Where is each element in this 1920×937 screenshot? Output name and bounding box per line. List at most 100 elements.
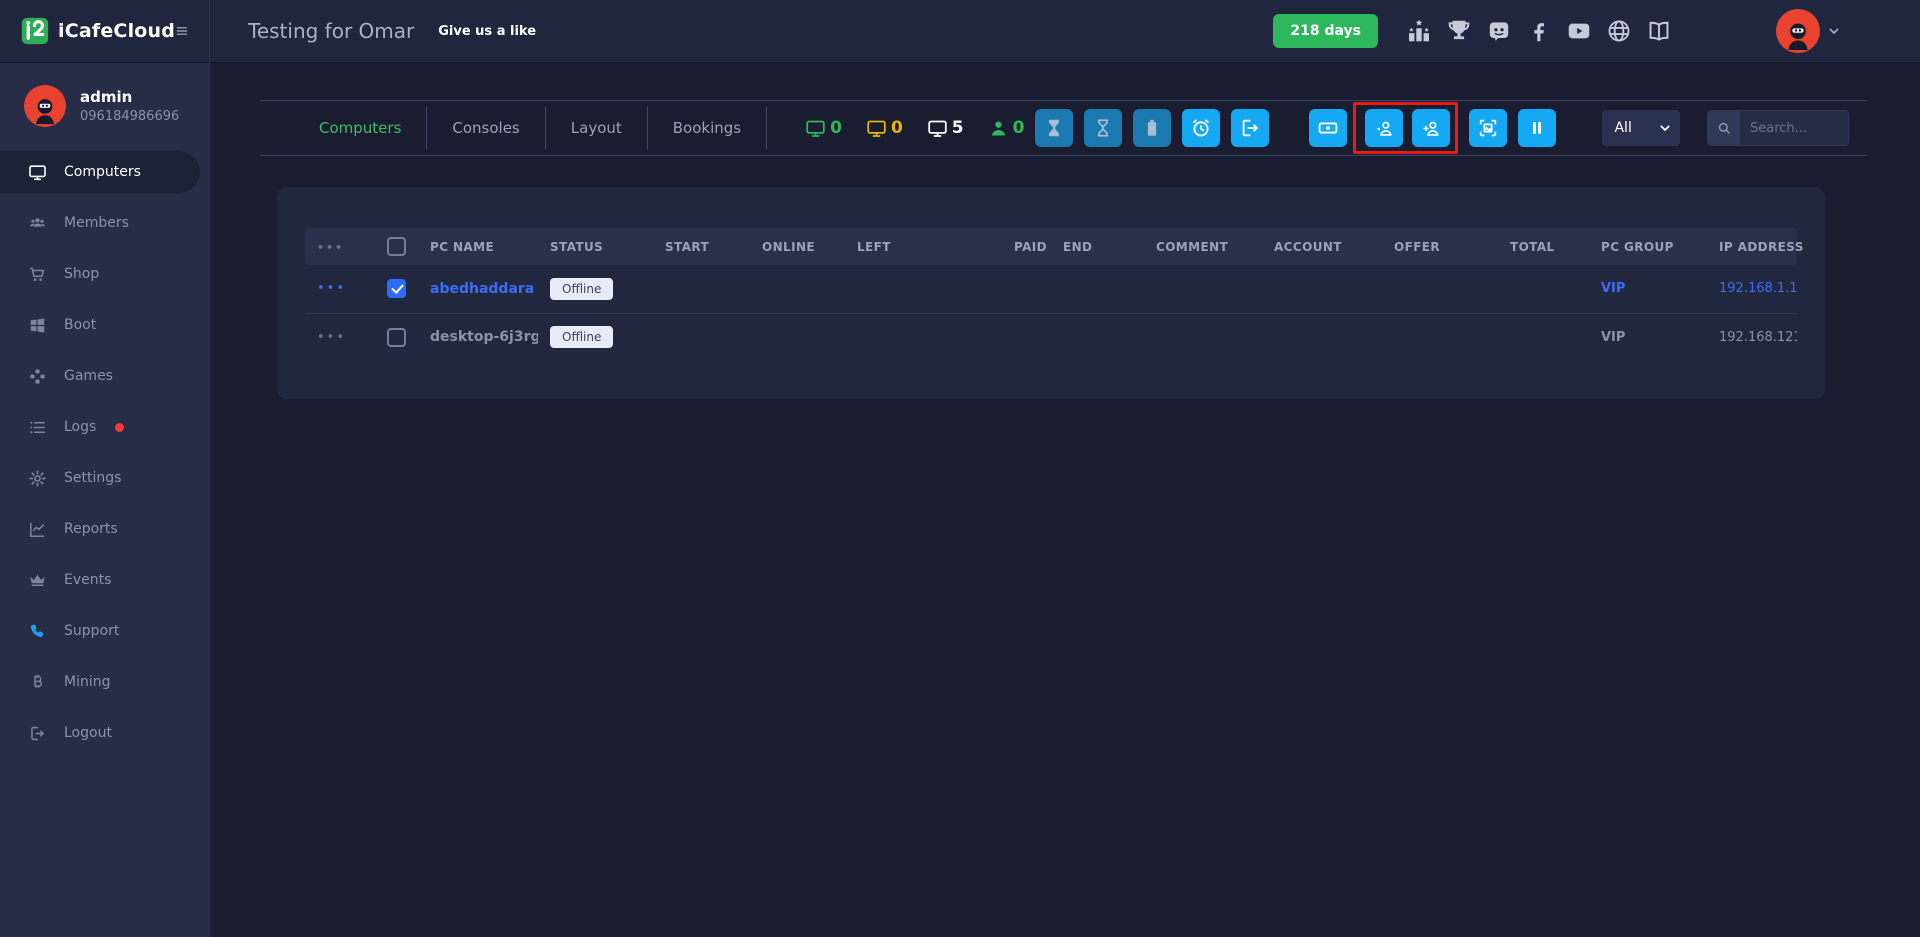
ranking-icon[interactable] [1406,18,1432,44]
sidebar-item-support[interactable]: Support [0,610,210,652]
sidebar-item-boot[interactable]: Boot [0,304,210,346]
phone-icon [28,622,47,641]
select-all-checkbox[interactable] [387,237,406,256]
column-header-left: LEFT [857,239,891,254]
sidebar-item-events[interactable]: Events [0,559,210,601]
sidebar-item-reports[interactable]: Reports [0,508,210,550]
counter-monitor[interactable]: 5 [927,118,964,139]
column-header-comment: COMMENT [1156,239,1229,254]
globe-icon[interactable] [1606,18,1632,44]
tab-bookings[interactable]: Bookings [648,106,768,150]
sidebar-nav: Computers Members Shop Boot Games Logs Setting… [0,151,210,754]
book-icon[interactable] [1646,18,1672,44]
user-star-button[interactable] [1365,109,1404,147]
cart-icon [28,265,47,284]
user-avatar[interactable] [1776,9,1820,53]
tabs: Computers Consoles Layout Bookings [294,106,768,150]
row-menu-icon[interactable]: ••• [317,330,346,345]
status-badge: Offline [550,326,614,349]
sidebar-item-settings[interactable]: Settings [0,457,210,499]
battery-button[interactable] [1133,109,1172,147]
chevron-down-icon[interactable] [1826,23,1842,39]
counter-value: 5 [951,118,964,138]
brand-name: iCafeCloud [58,20,176,42]
column-header-end: END [1063,239,1093,254]
account-menu[interactable] [1776,9,1842,53]
column-header-paid: PAID [1014,239,1048,254]
pc-name-link[interactable]: desktop-6j3rg… [430,329,538,345]
row-menu-icon[interactable]: ••• [317,241,344,254]
alarm-button[interactable] [1182,109,1221,147]
tab-consoles[interactable]: Consoles [427,106,546,150]
counter-user[interactable]: 0 [988,118,1024,139]
money-button[interactable] [1309,109,1348,147]
user-plus-icon [1420,117,1442,139]
filter-wrap: All [1602,110,1681,146]
page-title: Testing for Omar [248,19,415,43]
cell-left [845,265,1002,313]
hourglass-outline-button[interactable] [1084,109,1123,147]
cell-online [750,312,845,361]
group-filter-select[interactable]: All [1602,110,1681,146]
cell-pc_name: desktop-6j3rg… [418,312,538,361]
sidebar-item-games[interactable]: Games [0,355,210,397]
days-remaining-button[interactable]: 218 days [1273,14,1378,48]
sidebar-item-members[interactable]: Members [0,202,210,244]
sidebar-item-logout[interactable]: Logout [0,712,210,754]
row-menu-icon[interactable]: ••• [317,281,346,296]
sidebar-item-label: Support [64,623,120,639]
app-window: iCafeCloud Testing for Omar Give us a li… [0,0,1920,937]
frame-button[interactable] [1469,109,1508,147]
signout-button[interactable] [1231,109,1270,147]
cell-total [1498,265,1589,313]
row-checkbox[interactable] [387,327,406,347]
cell-end [1051,312,1144,361]
cell-comment [1144,312,1262,361]
monitor-icon [28,163,47,182]
hamburger-menu-icon[interactable] [175,19,189,43]
battery-icon [1141,117,1163,139]
hourglass-filled-icon [1043,117,1065,139]
sidebar: admin 096184986696 Computers Members Shop B… [0,63,210,937]
tab-computers[interactable]: Computers [294,106,428,150]
frame-icon [1477,117,1499,139]
row-checkbox[interactable] [387,279,406,299]
discord-icon[interactable] [1486,18,1512,44]
user-plus-button[interactable] [1412,109,1451,147]
pause-icon [1526,117,1548,139]
sidebar-item-label: Shop [64,266,100,282]
sidebar-item-label: Boot [64,317,97,333]
facebook-icon[interactable] [1526,18,1552,44]
pause-button[interactable] [1518,109,1557,147]
hourglass-outline-icon [1092,117,1114,139]
give-us-a-like-link[interactable]: Give us a like [438,24,536,39]
cell-comment [1144,265,1262,313]
cell-total [1498,312,1589,361]
youtube-icon[interactable] [1566,18,1592,44]
cell-status: Offline [538,312,653,361]
user-name: admin [80,88,133,106]
counter-monitor[interactable]: 0 [805,118,842,139]
status-counters: 0 0 5 0 [805,118,1024,139]
trophy-icon[interactable] [1446,18,1472,44]
pc-group-value: VIP [1601,281,1626,297]
sidebar-item-shop[interactable]: Shop [0,253,210,295]
money-icon [1317,117,1339,139]
sidebar-item-logs[interactable]: Logs [0,406,210,448]
sidebar-item-label: Members [64,215,129,231]
pc-name-link[interactable]: abedhaddara [430,281,534,297]
sidebar-item-computers[interactable]: Computers [0,151,200,193]
tab-layout[interactable]: Layout [546,106,648,150]
signout-icon [1239,117,1261,139]
ip-address-value: 192.168.121.1 [1719,329,1797,345]
sidebar-item-mining[interactable]: Mining [0,661,210,703]
table-header: ••• PC NAME STATUS START ONLINE LEFT PAID END C… [305,228,1803,265]
topbar: Testing for Omar Give us a like 218 days [210,0,1920,63]
column-header-total: TOTAL [1510,239,1555,254]
search-input[interactable] [1740,111,1848,145]
counter-value: 0 [890,118,903,138]
notification-dot [115,422,125,432]
counter-monitor[interactable]: 0 [866,118,903,139]
cell-pc_name: abedhaddara [418,265,538,313]
hourglass-filled-button[interactable] [1035,109,1074,147]
